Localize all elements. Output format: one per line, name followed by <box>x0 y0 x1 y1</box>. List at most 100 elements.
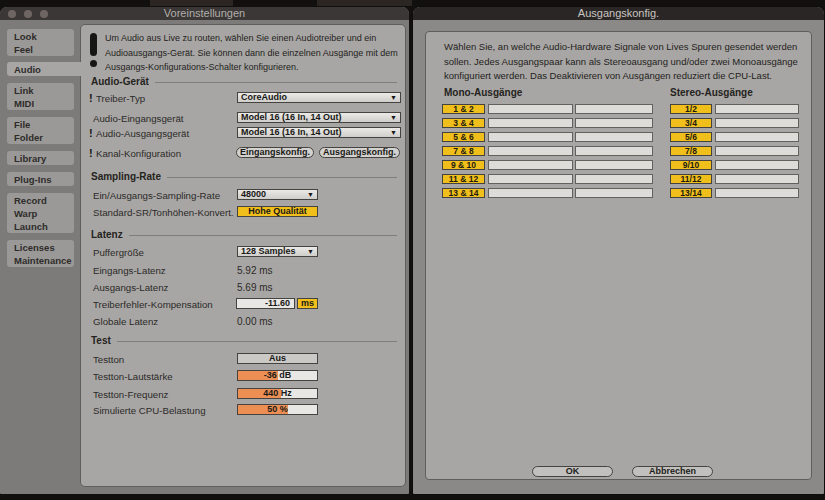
section-audio-device: Audio-Gerät <box>91 76 397 87</box>
desktop-artifact-right <box>317 0 412 6</box>
mono-output-slot[interactable] <box>575 104 653 114</box>
driver-error-unit[interactable]: ms <box>297 298 318 309</box>
stereo-pair-button[interactable]: 1/2 <box>670 104 712 114</box>
section-test: Test <box>91 335 397 346</box>
stereo-output-slot[interactable] <box>715 174 799 184</box>
changed-marker: ! <box>89 148 93 159</box>
sidebar-tab-look-feel[interactable]: Look Feel <box>7 29 74 56</box>
stereo-pair-button[interactable]: 7/8 <box>670 146 712 156</box>
output-config-dialog: Ausgangskonfig. Wählen Sie, an welche Au… <box>413 7 824 494</box>
sidebar-tab-file-folder[interactable]: File Folder <box>7 117 74 144</box>
stereo-outputs-header: Stereo-Ausgänge <box>670 87 753 98</box>
test-tone-button[interactable]: Aus <box>237 353 318 364</box>
mono-output-slot[interactable] <box>488 188 573 198</box>
test-frequency-slider[interactable]: 440 Hz <box>237 388 318 399</box>
output-latency-value: 5.69 ms <box>237 282 273 293</box>
stereo-output-slot[interactable] <box>715 118 799 128</box>
mono-output-slot[interactable] <box>575 132 653 142</box>
mono-output-slot[interactable] <box>575 174 653 184</box>
section-sampling-rate: Sampling-Rate <box>91 171 397 182</box>
cancel-button[interactable]: Abbrechen <box>632 466 713 477</box>
buffer-size-dropdown[interactable]: 128 Samples▼ <box>237 246 318 257</box>
sampling-rate-dropdown[interactable]: 48000▼ <box>237 189 318 200</box>
preferences-window: Voreinstellungen Look Feel Audio Link MI… <box>0 7 409 494</box>
changed-marker: ! <box>89 93 93 104</box>
minimize-button[interactable] <box>24 10 32 18</box>
overall-latency-label: Globale Latenz <box>93 316 158 327</box>
ok-button[interactable]: OK <box>532 466 613 477</box>
input-device-dropdown[interactable]: Model 16 (16 In, 14 Out)▼ <box>237 112 401 123</box>
output-config-titlebar[interactable]: Ausgangskonfig. <box>413 7 824 20</box>
desktop-artifact-left <box>150 0 233 6</box>
mono-output-slot[interactable] <box>488 104 573 114</box>
chevron-down-icon: ▼ <box>390 114 397 121</box>
test-volume-label: Testton-Lautstärke <box>93 371 173 382</box>
close-button[interactable] <box>8 10 16 18</box>
dialog-title: Ausgangskonfig. <box>578 7 659 19</box>
mono-output-slot[interactable] <box>488 160 573 170</box>
mono-pair-button[interactable]: 7 & 8 <box>442 146 485 156</box>
sidebar-tab-link-midi[interactable]: Link MIDI <box>7 83 74 110</box>
stereo-output-slot[interactable] <box>715 146 799 156</box>
mono-pair-button[interactable]: 11 & 12 <box>442 174 485 184</box>
stereo-output-slot[interactable] <box>715 104 799 114</box>
mono-pair-button[interactable]: 3 & 4 <box>442 118 485 128</box>
stereo-output-slot[interactable] <box>715 160 799 170</box>
cpu-load-label: Simulierte CPU-Belastung <box>93 405 206 416</box>
output-device-dropdown[interactable]: Model 16 (16 In, 14 Out)▼ <box>237 127 401 138</box>
mono-output-slot[interactable] <box>575 188 653 198</box>
mono-output-slot[interactable] <box>575 118 653 128</box>
input-latency-label: Eingangs-Latenz <box>93 265 166 276</box>
chevron-down-icon: ▼ <box>307 248 314 255</box>
mono-pair-button[interactable]: 5 & 6 <box>442 132 485 142</box>
info-icon <box>90 33 97 67</box>
sr-convert-toggle[interactable]: Hohe Qualität <box>237 206 318 217</box>
driver-type-dropdown[interactable]: CoreAudio▼ <box>237 92 401 103</box>
output-config-button[interactable]: Ausgangskonfig. <box>319 147 400 158</box>
test-frequency-label: Testton-Frequenz <box>93 389 168 400</box>
mono-pair-button[interactable]: 1 & 2 <box>442 104 485 114</box>
sidebar-tab-plugins[interactable]: Plug-Ins <box>7 172 74 186</box>
input-latency-value: 5.92 ms <box>237 265 273 276</box>
stereo-pair-button[interactable]: 11/12 <box>670 174 712 184</box>
stereo-pair-button[interactable]: 9/10 <box>670 160 712 170</box>
driver-error-input[interactable]: -11.60 <box>236 298 295 309</box>
cpu-load-slider[interactable]: 50 % <box>237 404 318 415</box>
mono-pair-button[interactable]: 13 & 14 <box>442 188 485 198</box>
sr-convert-label: Standard-SR/Tonhöhen-Konvert. <box>93 207 234 218</box>
driver-type-label: Treiber-Typ <box>96 93 145 104</box>
stereo-output-slot[interactable] <box>715 132 799 142</box>
chevron-down-icon: ▼ <box>390 94 397 101</box>
stereo-output-slot[interactable] <box>715 188 799 198</box>
info-text: Um Audio aus Live zu routen, wählen Sie … <box>105 31 407 75</box>
mono-output-slot[interactable] <box>488 174 573 184</box>
output-device-label: Audio-Ausgangsgerät <box>96 128 189 139</box>
mono-output-slot[interactable] <box>575 160 653 170</box>
stereo-pair-button[interactable]: 13/14 <box>670 188 712 198</box>
window-title: Voreinstellungen <box>164 7 245 19</box>
output-config-description: Wählen Sie, an welche Audio-Hardware Sig… <box>444 40 814 84</box>
mono-output-slot[interactable] <box>488 132 573 142</box>
input-config-button[interactable]: Eingangskonfig. <box>236 147 314 158</box>
sampling-rate-label: Ein/Ausgangs-Sampling-Rate <box>93 190 220 201</box>
channel-config-label: Kanal-Konfiguration <box>96 148 181 159</box>
sidebar-tab-licenses-maintenance[interactable]: Licenses Maintenance <box>7 240 74 267</box>
mono-output-slot[interactable] <box>575 146 653 156</box>
test-volume-slider[interactable]: -36 dB <box>237 370 318 381</box>
sidebar-tab-library[interactable]: Library <box>7 151 74 165</box>
mono-output-slot[interactable] <box>488 146 573 156</box>
stereo-pair-button[interactable]: 5/6 <box>670 132 712 142</box>
mono-pair-button[interactable]: 9 & 10 <box>442 160 485 170</box>
buffer-size-label: Puffergröße <box>93 247 144 258</box>
overall-latency-value: 0.00 ms <box>237 316 273 327</box>
audio-settings-panel: Um Audio aus Live zu routen, wählen Sie … <box>80 24 406 487</box>
test-tone-label: Testton <box>93 354 124 365</box>
mono-outputs-header: Mono-Ausgänge <box>444 87 522 98</box>
driver-error-label: Treiberfehler-Kompensation <box>93 299 213 310</box>
sidebar-tab-audio[interactable]: Audio <box>7 62 82 76</box>
zoom-button[interactable] <box>40 10 48 18</box>
preferences-titlebar[interactable]: Voreinstellungen <box>0 7 409 20</box>
sidebar-tab-record-warp-launch[interactable]: Record Warp Launch <box>7 193 74 233</box>
stereo-pair-button[interactable]: 3/4 <box>670 118 712 128</box>
mono-output-slot[interactable] <box>488 118 573 128</box>
